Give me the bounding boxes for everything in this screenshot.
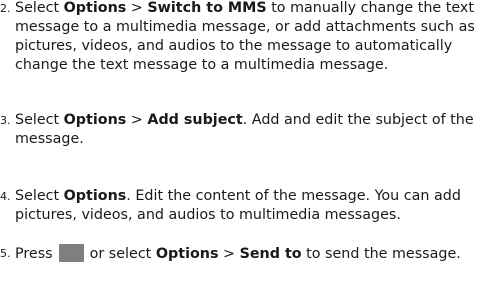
menu-separator: > [130, 112, 143, 128]
switch-to-mms-label: Switch to MMS [147, 0, 267, 16]
select-word: Select [15, 188, 60, 204]
step-text: Select Options > Add subject. Add and ed… [15, 111, 484, 149]
step-number: 2. [0, 2, 11, 15]
menu-separator: > [223, 246, 236, 262]
options-menu-label: Options [63, 112, 127, 128]
step-2: 2. Select Options > Switch to MMS to man… [0, 0, 484, 75]
send-to-label: Send to [239, 246, 302, 262]
step-number: 4. [0, 190, 11, 203]
step-text: Press or select Options > Send to to send… [15, 244, 484, 264]
step-3: 3. Select Options > Add subject. Add and… [0, 111, 484, 149]
options-menu-label: Options [63, 0, 127, 16]
step-5: 5. Press or select Options > Send to to s… [0, 244, 484, 264]
or-select-word: or select [89, 246, 152, 262]
step-text: Select Options. Edit the content of the … [15, 187, 484, 225]
step-4: 4. Select Options. Edit the content of t… [0, 187, 484, 225]
options-menu-label: Options [155, 246, 219, 262]
send-key-icon [58, 244, 84, 262]
step-number: 3. [0, 114, 11, 127]
add-subject-label: Add subject [147, 112, 243, 128]
select-word: Select [15, 0, 60, 16]
step-text: Select Options > Switch to MMS to manual… [15, 0, 484, 75]
step-description: to send the message. [306, 246, 461, 262]
press-word: Press [15, 246, 53, 262]
options-menu-label: Options [63, 188, 127, 204]
step-number: 5. [0, 247, 11, 260]
menu-separator: > [130, 0, 143, 16]
select-word: Select [15, 112, 60, 128]
